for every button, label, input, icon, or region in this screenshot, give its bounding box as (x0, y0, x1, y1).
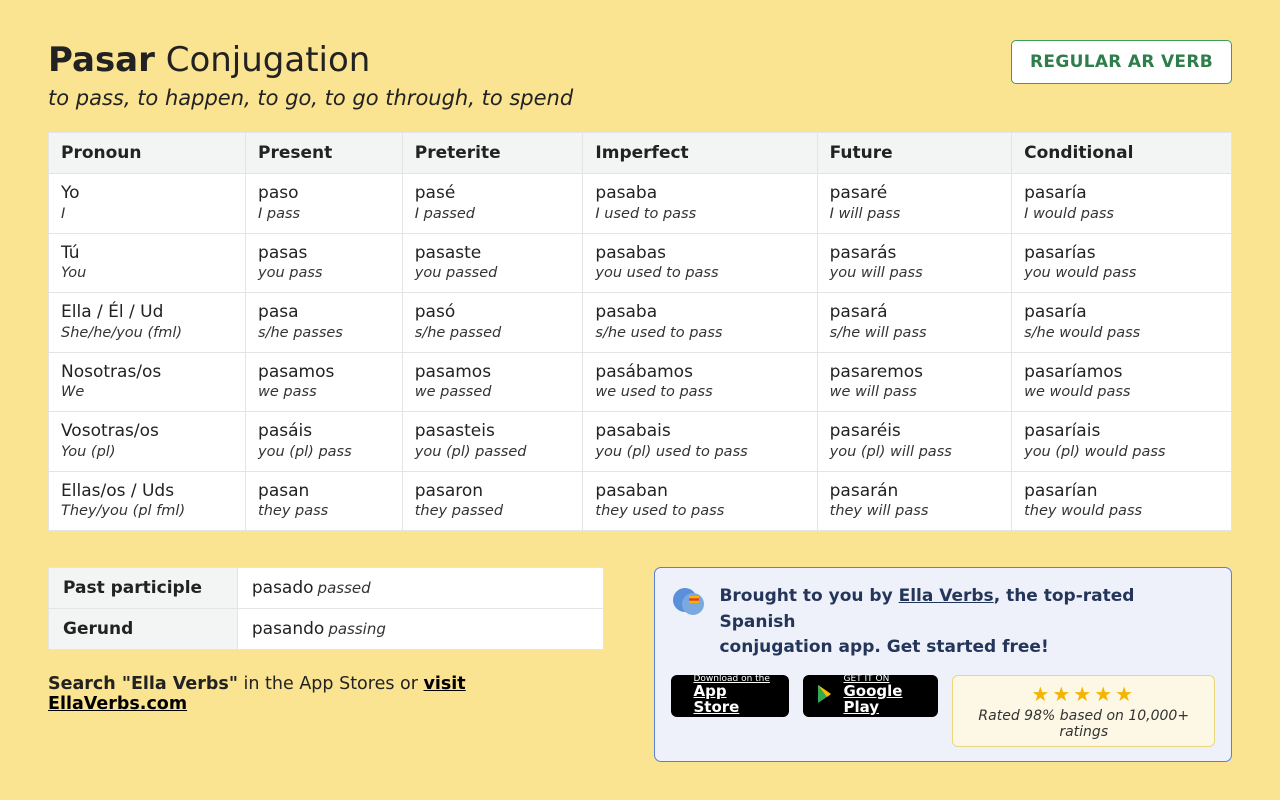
pronoun-cell: Ella / Él / UdShe/he/you (fml) (49, 293, 246, 353)
app-store-button[interactable]: Download on the App Store (671, 675, 789, 717)
conjugation-cell: pasamoswe passed (402, 352, 583, 412)
column-header: Conditional (1012, 133, 1232, 174)
table-row: TúYoupasasyou passpasasteyou passedpasab… (49, 233, 1232, 293)
verb-type-badge: REGULAR AR VERB (1011, 40, 1232, 84)
google-play-button[interactable]: GET IT ON Google Play (803, 675, 938, 717)
form-value: pasandopassing (237, 609, 604, 650)
table-row: Ella / Él / UdShe/he/you (fml)pasas/he p… (49, 293, 1232, 353)
ella-verbs-link[interactable]: Ella Verbs (899, 586, 994, 606)
page-subtitle: to pass, to happen, to go, to go through… (48, 86, 573, 110)
pronoun-cell: Nosotras/osWe (49, 352, 246, 412)
conjugation-cell: pasáisyou (pl) pass (246, 412, 403, 472)
form-value: pasadopassed (237, 568, 604, 609)
column-header: Pronoun (49, 133, 246, 174)
table-row: Past participlepasadopassed (49, 568, 604, 609)
conjugation-cell: pasábamoswe used to pass (583, 352, 817, 412)
form-label: Gerund (49, 609, 238, 650)
conjugation-cell: paséI passed (402, 174, 583, 234)
conjugation-cell: pasarásyou will pass (817, 233, 1011, 293)
column-header: Imperfect (583, 133, 817, 174)
conjugation-cell: pasabaisyou (pl) used to pass (583, 412, 817, 472)
pronoun-cell: TúYou (49, 233, 246, 293)
table-row: Ellas/os / UdsThey/you (pl fml)pasanthey… (49, 471, 1232, 531)
conjugation-cell: pasaríaI would pass (1012, 174, 1232, 234)
conjugation-cell: pasasyou pass (246, 233, 403, 293)
conjugation-cell: pasoI pass (246, 174, 403, 234)
conjugation-cell: pasarías/he would pass (1012, 293, 1232, 353)
conjugation-cell: pasabasyou used to pass (583, 233, 817, 293)
conjugation-cell: pasasteyou passed (402, 233, 583, 293)
conjugation-cell: pasaréisyou (pl) will pass (817, 412, 1011, 472)
conjugation-table: PronounPresentPreteriteImperfectFutureCo… (48, 132, 1232, 531)
conjugation-cell: pasaríasyou would pass (1012, 233, 1232, 293)
form-label: Past participle (49, 568, 238, 609)
table-row: Nosotras/osWepasamoswe passpasamoswe pas… (49, 352, 1232, 412)
conjugation-cell: pasaríamoswe would pass (1012, 352, 1232, 412)
forms-table: Past participlepasadopassedGerundpasando… (48, 567, 604, 650)
conjugation-cell: pasaríanthey would pass (1012, 471, 1232, 531)
conjugation-cell: pasamoswe pass (246, 352, 403, 412)
conjugation-cell: pasas/he passes (246, 293, 403, 353)
conjugation-cell: pasasteisyou (pl) passed (402, 412, 583, 472)
column-header: Future (817, 133, 1011, 174)
search-hint: Search "Ella Verbs" in the App Stores or… (48, 674, 604, 714)
google-play-icon (817, 684, 835, 708)
conjugation-cell: pasaremoswe will pass (817, 352, 1011, 412)
conjugation-cell: pasabas/he used to pass (583, 293, 817, 353)
stars-icon: ★★★★★ (971, 682, 1196, 706)
conjugation-cell: pasaréI will pass (817, 174, 1011, 234)
app-logo-icon (671, 584, 707, 620)
pronoun-cell: Vosotras/osYou (pl) (49, 412, 246, 472)
page-title: Pasar Conjugation (48, 40, 573, 80)
pronoun-cell: YoI (49, 174, 246, 234)
column-header: Present (246, 133, 403, 174)
pronoun-cell: Ellas/os / UdsThey/you (pl fml) (49, 471, 246, 531)
conjugation-cell: pasanthey pass (246, 471, 403, 531)
conjugation-cell: pasarás/he will pass (817, 293, 1011, 353)
promo-box: Brought to you by Ella Verbs, the top-ra… (654, 567, 1232, 762)
promo-text: Brought to you by Ella Verbs, the top-ra… (719, 584, 1215, 661)
table-row: Gerundpasandopassing (49, 609, 604, 650)
table-row: Vosotras/osYou (pl)pasáisyou (pl) passpa… (49, 412, 1232, 472)
conjugation-cell: pasaránthey will pass (817, 471, 1011, 531)
column-header: Preterite (402, 133, 583, 174)
conjugation-cell: pasós/he passed (402, 293, 583, 353)
table-row: YoIpasoI passpaséI passedpasabaI used to… (49, 174, 1232, 234)
rating-box: ★★★★★ Rated 98% based on 10,000+ ratings (952, 675, 1215, 747)
conjugation-cell: pasabaI used to pass (583, 174, 817, 234)
conjugation-cell: pasaríaisyou (pl) would pass (1012, 412, 1232, 472)
conjugation-cell: pasabanthey used to pass (583, 471, 817, 531)
conjugation-cell: pasaronthey passed (402, 471, 583, 531)
